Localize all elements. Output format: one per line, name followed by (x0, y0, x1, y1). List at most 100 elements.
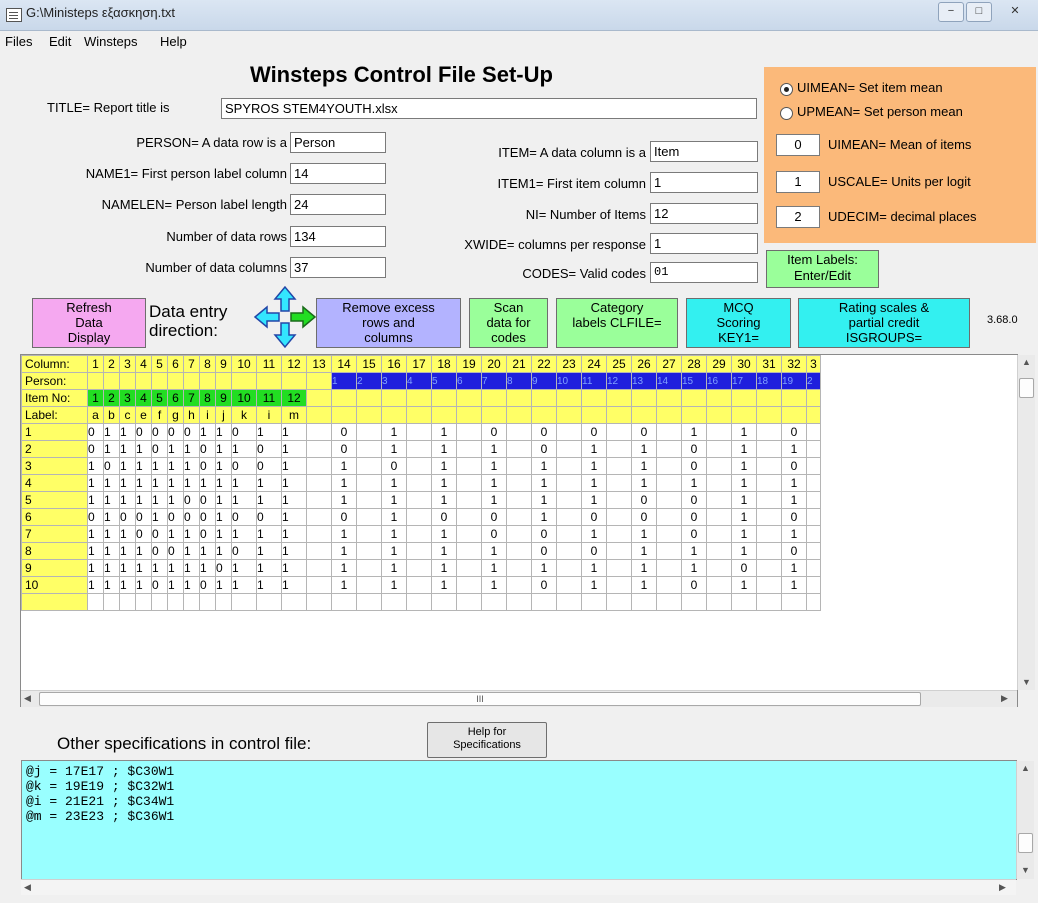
data-cell[interactable]: 1 (199, 559, 216, 577)
scroll-thumb[interactable] (1019, 378, 1034, 398)
data-cell[interactable] (706, 593, 732, 611)
data-cell[interactable]: 1 (281, 542, 307, 560)
data-cell[interactable]: 1 (183, 525, 200, 543)
data-cell[interactable]: 1 (681, 423, 707, 441)
data-cell[interactable] (806, 440, 821, 458)
column-number-cell[interactable]: 26 (631, 355, 657, 373)
data-cell[interactable]: 0 (199, 491, 216, 509)
data-cell[interactable] (731, 593, 757, 611)
data-cell[interactable]: 0 (681, 525, 707, 543)
data-cell[interactable] (656, 491, 682, 509)
data-cell[interactable]: 0 (481, 508, 507, 526)
column-number-cell[interactable]: 7 (183, 355, 200, 373)
data-cell[interactable]: 0 (631, 491, 657, 509)
data-cell[interactable] (606, 508, 632, 526)
data-cell[interactable]: 0 (87, 508, 104, 526)
data-cell[interactable]: 1 (215, 525, 232, 543)
data-cell[interactable]: 0 (781, 508, 807, 526)
person-cell[interactable] (183, 372, 200, 390)
namelen-input[interactable]: 24 (290, 194, 386, 215)
uimean-value-input[interactable]: 0 (776, 134, 820, 156)
data-cell[interactable] (656, 576, 682, 594)
data-cell[interactable] (556, 440, 582, 458)
data-cell[interactable]: 1 (381, 474, 407, 492)
data-cell[interactable] (806, 542, 821, 560)
data-cell[interactable]: 1 (215, 423, 232, 441)
data-cell[interactable] (706, 525, 732, 543)
data-cell[interactable]: 1 (103, 525, 120, 543)
item-label-cell[interactable] (456, 406, 482, 424)
data-cell[interactable] (356, 508, 382, 526)
item-number-cell[interactable]: 2 (103, 389, 120, 407)
data-cell[interactable]: 0 (199, 508, 216, 526)
item-label-cell[interactable] (506, 406, 532, 424)
data-cell[interactable] (456, 593, 482, 611)
data-cell[interactable]: 1 (731, 576, 757, 594)
column-number-cell[interactable]: 25 (606, 355, 632, 373)
grid-horizontal-scrollbar[interactable]: ◀ III ▶ (21, 690, 1017, 707)
data-cell[interactable]: 1 (215, 491, 232, 509)
data-cell[interactable] (656, 593, 682, 611)
data-cell[interactable] (406, 576, 432, 594)
column-number-cell[interactable]: 19 (456, 355, 482, 373)
item-number-cell[interactable]: 11 (256, 389, 282, 407)
item-label-cell[interactable] (431, 406, 457, 424)
data-cell[interactable]: 1 (781, 474, 807, 492)
person-number-cell[interactable]: 1 (331, 372, 357, 390)
data-cell[interactable] (381, 593, 407, 611)
item1-input[interactable]: 1 (650, 172, 758, 193)
data-cell[interactable]: 1 (135, 474, 152, 492)
data-cell[interactable]: 1 (631, 525, 657, 543)
data-cell[interactable]: 1 (135, 542, 152, 560)
data-cell[interactable]: 0 (135, 423, 152, 441)
data-cell[interactable]: 1 (631, 576, 657, 594)
data-cell[interactable] (406, 457, 432, 475)
data-cell[interactable]: 1 (167, 491, 184, 509)
person-number-cell[interactable]: 13 (631, 372, 657, 390)
direction-arrows[interactable] (253, 285, 317, 349)
data-cell[interactable]: 1 (581, 525, 607, 543)
column-number-cell[interactable]: 32 (781, 355, 807, 373)
data-columns-input[interactable]: 37 (290, 257, 386, 278)
title-input[interactable]: SPYROS STEM4YOUTH.xlsx (221, 98, 757, 119)
data-cell[interactable]: 1 (281, 423, 307, 441)
data-cell[interactable] (306, 525, 332, 543)
data-cell[interactable] (431, 593, 457, 611)
data-cell[interactable]: 1 (119, 491, 136, 509)
data-cell[interactable] (215, 593, 232, 611)
data-cell[interactable] (756, 440, 782, 458)
data-cell[interactable] (606, 576, 632, 594)
data-cell[interactable]: 0 (183, 491, 200, 509)
data-cell[interactable]: 1 (381, 491, 407, 509)
item-label-cell[interactable]: h (183, 406, 200, 424)
data-cell[interactable] (356, 525, 382, 543)
data-cell[interactable] (606, 440, 632, 458)
data-cell[interactable]: 0 (531, 440, 557, 458)
item-number-cell[interactable] (681, 389, 707, 407)
data-cell[interactable]: 1 (631, 559, 657, 577)
item-number-cell[interactable] (656, 389, 682, 407)
data-cell[interactable]: 1 (731, 491, 757, 509)
data-cell[interactable] (356, 474, 382, 492)
data-cell[interactable]: 1 (103, 576, 120, 594)
data-cell[interactable] (606, 423, 632, 441)
column-number-cell[interactable]: 21 (506, 355, 532, 373)
item-label-cell[interactable]: c (119, 406, 136, 424)
data-cell[interactable] (656, 508, 682, 526)
data-cell[interactable] (781, 593, 807, 611)
data-cell[interactable]: 0 (87, 440, 104, 458)
data-cell[interactable]: 1 (431, 542, 457, 560)
data-cell[interactable] (756, 542, 782, 560)
data-cell[interactable] (556, 491, 582, 509)
data-cell[interactable]: 1 (431, 576, 457, 594)
column-number-cell[interactable]: 18 (431, 355, 457, 373)
data-cell[interactable]: 0 (151, 525, 168, 543)
row-id-cell[interactable]: 3 (21, 457, 88, 475)
data-cell[interactable] (756, 508, 782, 526)
data-cell[interactable]: 1 (281, 457, 307, 475)
scroll-right-icon[interactable]: ▶ (1001, 693, 1008, 704)
item-number-cell[interactable] (581, 389, 607, 407)
data-cell[interactable]: 1 (431, 423, 457, 441)
data-cell[interactable] (306, 457, 332, 475)
data-cell[interactable]: 1 (731, 508, 757, 526)
